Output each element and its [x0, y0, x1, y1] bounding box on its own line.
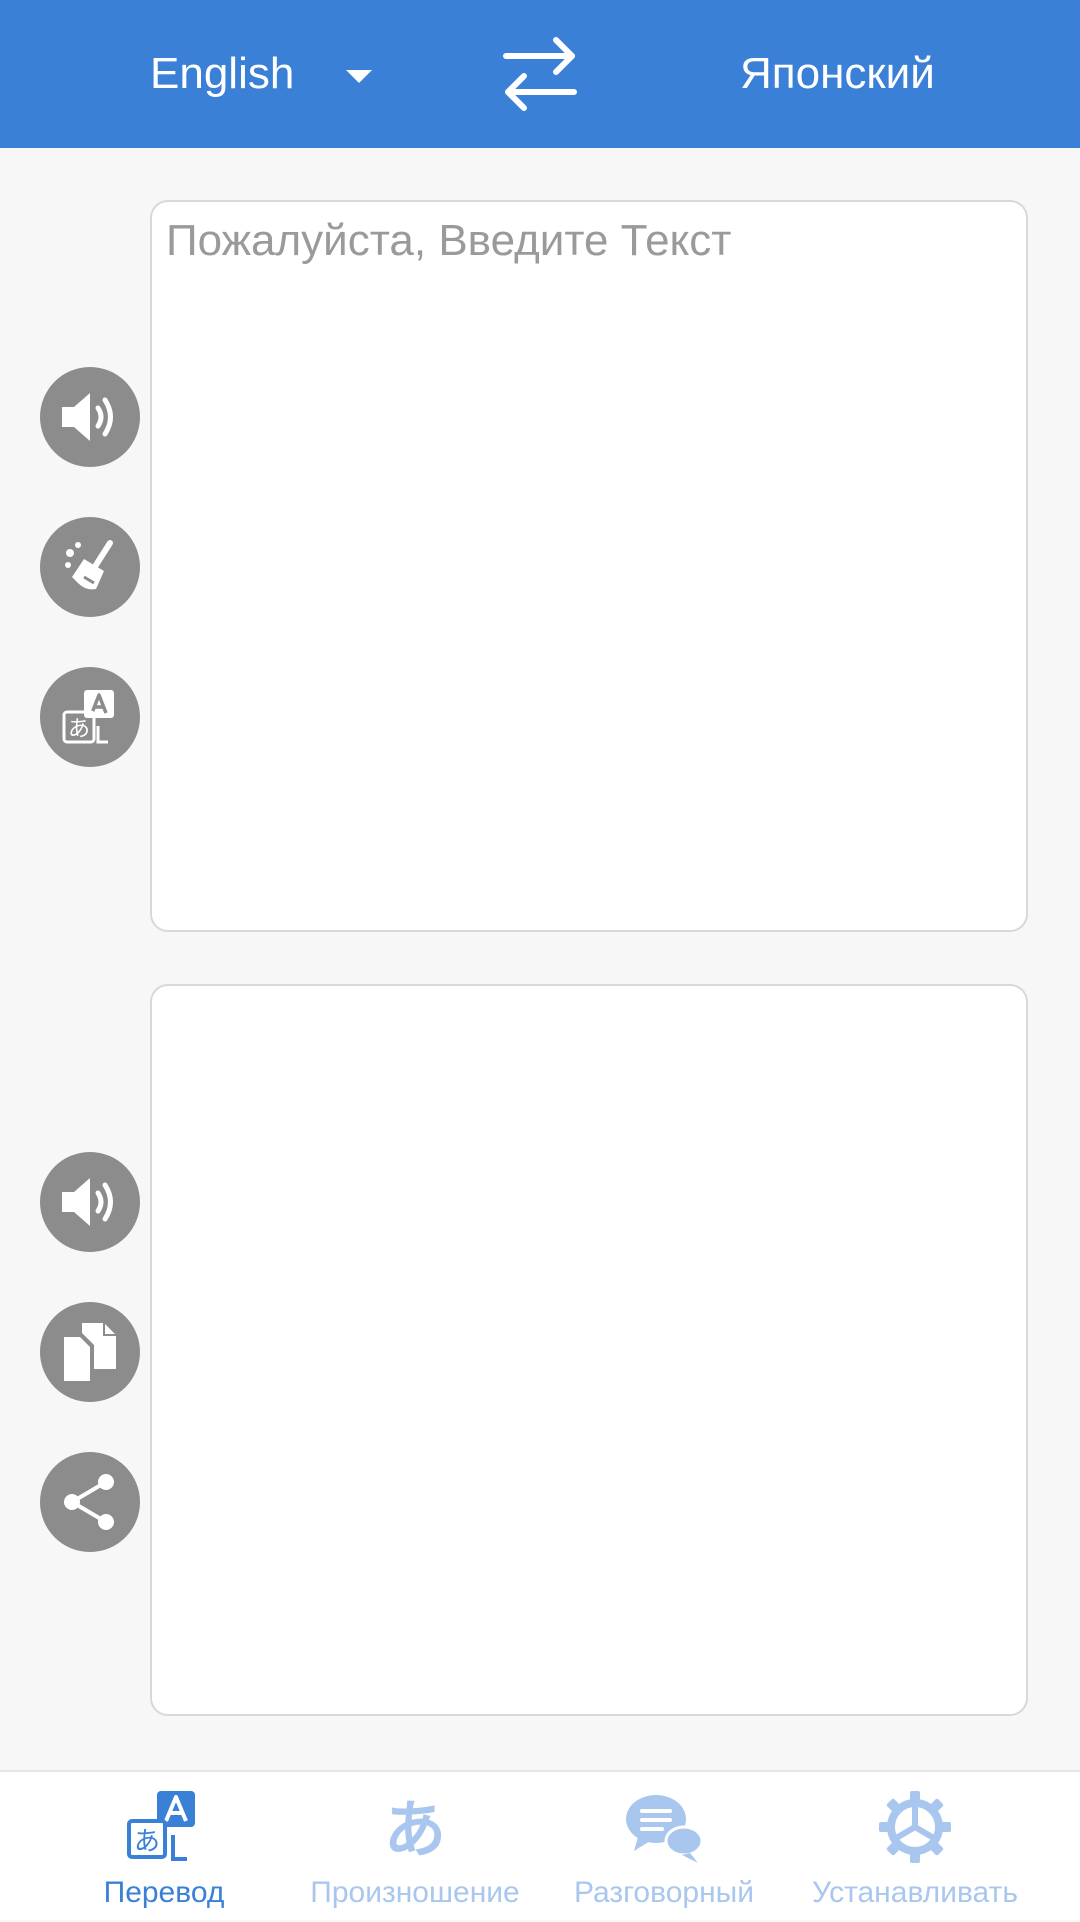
- source-text-panel: [150, 200, 1028, 932]
- translate-icon: あ: [62, 690, 114, 744]
- translate-icon: あ: [127, 1791, 195, 1861]
- share-translation-button[interactable]: [40, 1452, 140, 1552]
- translate-tab-icon-wrap: あ: [125, 1786, 203, 1868]
- copy-translation-button[interactable]: [40, 1302, 140, 1402]
- settings-tab-icon-wrap: [877, 1786, 953, 1868]
- translate-button[interactable]: あ: [40, 667, 140, 767]
- clear-text-button[interactable]: [40, 517, 140, 617]
- conversation-tab-icon-wrap: [624, 1786, 704, 1868]
- translation-output-panel: [150, 984, 1028, 1716]
- tab-pronunciation-label: Произношение: [310, 1876, 520, 1909]
- tab-pronunciation[interactable]: あ Произношение: [292, 1772, 538, 1922]
- tab-conversation[interactable]: Разговорный: [562, 1772, 766, 1922]
- chat-bubbles-icon: [626, 1795, 704, 1863]
- tab-conversation-label: Разговорный: [574, 1876, 754, 1909]
- source-text-input[interactable]: [152, 202, 1026, 930]
- source-language-label: English: [150, 49, 295, 98]
- tab-translate-label: Перевод: [103, 1876, 225, 1909]
- chevron-down-icon: [346, 69, 373, 83]
- hiragana-a-icon: あ: [384, 1793, 446, 1865]
- speak-source-button[interactable]: [40, 367, 140, 467]
- speaker-icon: [62, 1178, 113, 1226]
- svg-text:あ: あ: [68, 717, 90, 742]
- target-language-selector[interactable]: Японский: [740, 0, 935, 148]
- target-language-label: Японский: [740, 49, 935, 98]
- tab-translate[interactable]: あ Перевод: [64, 1772, 264, 1922]
- pronunciation-tab-icon-wrap: あ: [380, 1786, 450, 1868]
- top-bar: English Японский: [0, 0, 1080, 148]
- gear-icon: [879, 1791, 951, 1863]
- speak-translation-button[interactable]: [40, 1152, 140, 1252]
- svg-text:あ: あ: [384, 1793, 446, 1865]
- translation-output-text[interactable]: [152, 986, 1026, 1714]
- source-language-selector[interactable]: English: [150, 0, 373, 148]
- bottom-navigation: あ Перевод あ Произношение Разговорный Уст…: [0, 1770, 1080, 1920]
- broom-icon: [65, 540, 113, 590]
- speaker-icon: [62, 393, 113, 441]
- swap-languages-button[interactable]: [496, 34, 584, 114]
- tab-settings[interactable]: Устанавливать: [798, 1772, 1032, 1922]
- copy-icon: [64, 1323, 116, 1381]
- share-icon: [64, 1474, 114, 1530]
- swap-arrows-icon: [503, 37, 577, 111]
- tab-settings-label: Устанавливать: [812, 1876, 1018, 1909]
- svg-text:あ: あ: [134, 1827, 160, 1857]
